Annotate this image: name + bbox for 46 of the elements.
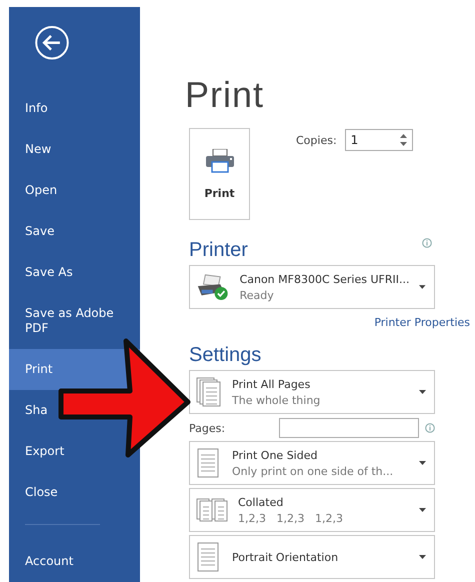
dropdown-caret-icon [419, 508, 426, 512]
info-icon[interactable] [422, 238, 432, 248]
page-stack-icon [196, 377, 222, 407]
option-title: Collated [238, 496, 284, 508]
page-title: Print [185, 75, 266, 115]
section-heading: Printer [189, 238, 248, 262]
settings-dropdown[interactable]: Portrait Orientation [189, 535, 435, 579]
pages-label: Pages: [189, 422, 226, 434]
dropdown-caret-icon [419, 461, 426, 465]
dropdown-caret-icon [419, 555, 426, 559]
printer-icon [204, 148, 234, 172]
back-icon[interactable] [34, 25, 70, 60]
collated-pages-icon [196, 498, 228, 522]
option-description: 1,2,3 1,2,3 1,2,3 [238, 512, 344, 524]
menu-item[interactable]: Export [23, 431, 66, 472]
printer-dropdown[interactable]: Canon MF8300C Series UFRII... Ready [189, 265, 435, 309]
option-title: Print One Sided [232, 448, 318, 462]
menu-item[interactable]: Save As [23, 252, 75, 294]
option-title: Portrait Orientation [232, 550, 340, 564]
pages-field[interactable] [279, 418, 419, 438]
dropdown-caret-icon [419, 390, 426, 394]
menu-item[interactable]: Account [23, 541, 76, 582]
info-icon[interactable] [425, 423, 435, 433]
spinner-arrows-icon[interactable] [400, 133, 407, 147]
section-heading: Settings [189, 343, 262, 367]
copies-label: Copies: [296, 134, 337, 147]
menu-item[interactable]: Open [23, 170, 60, 212]
printer-name: Canon MF8300C Series UFRII... [240, 272, 410, 286]
menu-item[interactable]: Close [23, 472, 60, 514]
printer-ready-icon [196, 272, 230, 302]
print-button[interactable]: Print [189, 128, 250, 220]
copies-spinner[interactable]: 1 [344, 129, 413, 151]
dropdown-caret-icon [419, 285, 426, 289]
printer-properties-link[interactable]: Printer Properties [374, 316, 470, 329]
settings-dropdown[interactable]: Collated 1,2,3 1,2,3 1,2,3 [189, 488, 435, 532]
menu-item[interactable]: Save [23, 211, 56, 252]
settings-dropdown[interactable]: Print One Sided Only print on one side of th... [189, 441, 435, 485]
menu-item[interactable]: Sha [23, 390, 50, 432]
option-description: Only print on one side of th... [232, 464, 394, 478]
option-title: Print All Pages [232, 378, 312, 390]
menu-item[interactable]: Info [23, 88, 50, 130]
menu-item[interactable]: Save as Adobe PDF [23, 293, 137, 350]
settings-dropdown[interactable]: Print All Pages The whole thing [189, 370, 435, 414]
menu-item[interactable]: New [23, 129, 54, 170]
option-description: The whole thing [232, 394, 322, 406]
printer-status: Ready [240, 288, 275, 302]
